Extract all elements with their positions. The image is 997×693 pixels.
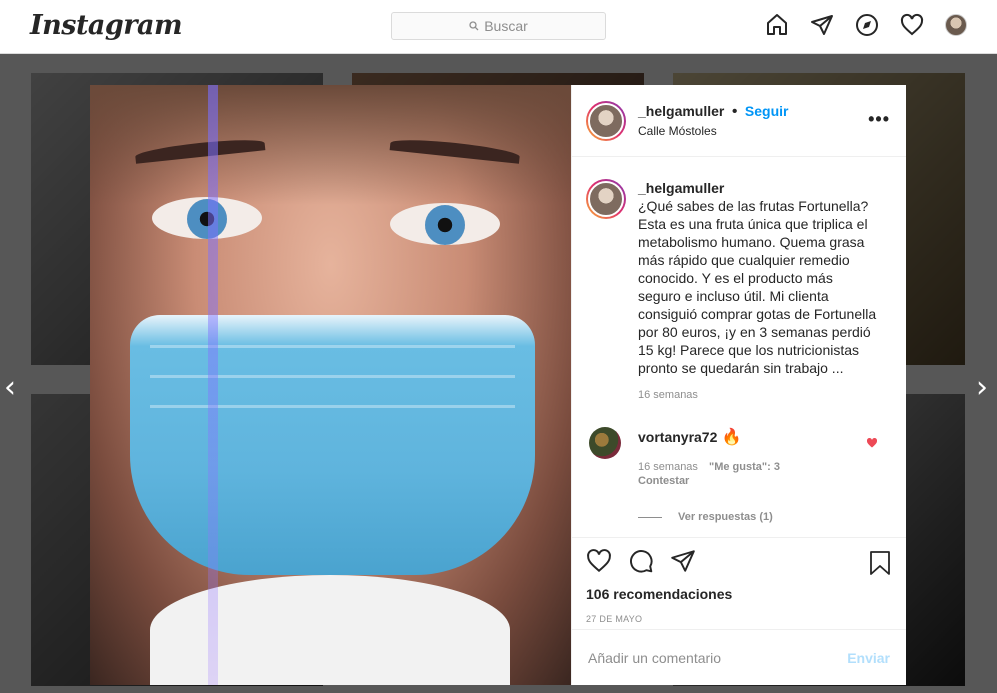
photo-eye: [390, 203, 500, 245]
comment-likes[interactable]: "Me gusta": 3: [709, 461, 780, 473]
post-photo[interactable]: [90, 85, 571, 685]
post-modal: _helgamuller • Seguir Calle Móstoles •••…: [90, 85, 906, 685]
post-header: _helgamuller • Seguir Calle Móstoles •••: [572, 85, 906, 157]
comments-area: _helgamuller ¿Qué sabes de las frutas Fo…: [572, 157, 906, 537]
photo-shirt: [150, 575, 510, 685]
author-avatar[interactable]: [586, 100, 626, 141]
post-sidebar: _helgamuller • Seguir Calle Móstoles •••…: [571, 85, 906, 685]
replies-line: [638, 516, 662, 518]
search-placeholder: Buscar: [484, 18, 528, 34]
comment-item: vortanyra72 🔥 16 semanas "Me gusta": 3 C…: [586, 427, 892, 487]
liked-heart-icon[interactable]: [866, 437, 878, 449]
author-username[interactable]: _helgamuller: [638, 103, 724, 119]
photo-face-mask: [130, 315, 535, 575]
commenter-username[interactable]: vortanyra72: [638, 429, 717, 445]
home-icon[interactable]: [765, 13, 789, 37]
more-options-icon[interactable]: •••: [868, 109, 890, 130]
view-replies-button[interactable]: Ver respuestas (1): [638, 511, 892, 523]
photo-light-beam: [208, 85, 218, 685]
comment-input[interactable]: Añadir un comentario: [588, 650, 721, 666]
nav-icons: [765, 13, 967, 37]
add-comment-bar: Añadir un comentario Enviar: [572, 629, 906, 685]
photo-hair: [90, 85, 571, 205]
next-arrow[interactable]: ›: [976, 370, 988, 405]
caption-text: ¿Qué sabes de las frutas Fortunella? Est…: [638, 198, 877, 376]
like-icon[interactable]: [586, 548, 612, 574]
fire-emoji: 🔥: [721, 429, 742, 446]
post-location[interactable]: Calle Móstoles: [638, 124, 788, 138]
comment-icon[interactable]: [628, 548, 654, 574]
explore-icon[interactable]: [855, 13, 879, 37]
post-caption: _helgamuller ¿Qué sabes de las frutas Fo…: [586, 179, 892, 377]
caption-author-avatar[interactable]: [586, 179, 626, 219]
instagram-logo[interactable]: Instagram: [30, 10, 183, 41]
activity-heart-icon[interactable]: [900, 13, 924, 37]
photo-eye: [152, 197, 262, 239]
comment-age: 16 semanas: [638, 461, 698, 473]
share-icon[interactable]: [670, 548, 696, 574]
view-replies-label: Ver respuestas (1): [678, 511, 773, 523]
prev-arrow[interactable]: ‹: [4, 370, 16, 405]
post-date: 27 DE MAYO: [586, 614, 643, 624]
top-navigation: Instagram Buscar: [0, 0, 997, 54]
caption-age: 16 semanas: [638, 389, 698, 401]
reply-button[interactable]: Contestar: [638, 475, 780, 487]
post-actions: 106 recomendaciones 27 DE MAYO: [572, 537, 906, 629]
commenter-avatar[interactable]: [589, 427, 621, 459]
direct-icon[interactable]: [810, 13, 834, 37]
likes-count[interactable]: 106 recomendaciones: [586, 586, 892, 602]
separator-dot: •: [731, 103, 738, 120]
search-box[interactable]: Buscar: [391, 12, 606, 40]
profile-avatar[interactable]: [945, 14, 967, 36]
caption-author[interactable]: _helgamuller: [638, 179, 878, 197]
search-icon: [469, 21, 479, 31]
save-bookmark-icon[interactable]: [868, 550, 892, 576]
send-comment-button[interactable]: Enviar: [847, 650, 890, 666]
follow-button[interactable]: Seguir: [745, 103, 789, 119]
